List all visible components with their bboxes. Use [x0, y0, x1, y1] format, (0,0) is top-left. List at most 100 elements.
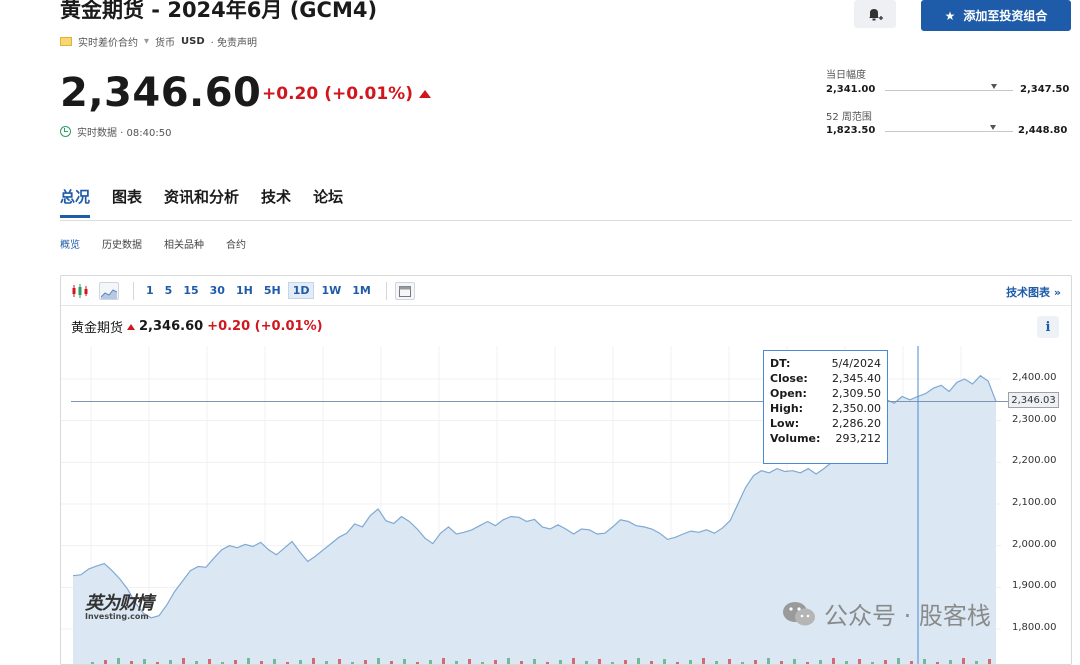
- info-icon[interactable]: i: [1037, 316, 1059, 338]
- currency-value: USD: [181, 36, 205, 47]
- tab-news-analysis[interactable]: 资讯和分析: [164, 186, 239, 218]
- volume-bar: [624, 660, 627, 664]
- y-tick-label: 2,400.00: [1012, 372, 1057, 383]
- subtab-contracts[interactable]: 合约: [226, 236, 246, 251]
- y-tick-label: 2,200.00: [1012, 455, 1057, 467]
- volume-bar: [143, 659, 146, 664]
- volume-bar: [858, 659, 861, 664]
- y-tick-label: 1,900.00: [1012, 580, 1057, 592]
- tab-overview[interactable]: 总况: [60, 186, 91, 218]
- subtab-related[interactable]: 相关品种: [164, 236, 204, 251]
- volume-bar: [611, 662, 614, 664]
- tabs-divider: [60, 220, 1072, 221]
- watermark-text: 公众号 · 股客栈: [824, 602, 991, 630]
- chevron-down-icon[interactable]: ▾: [144, 36, 149, 47]
- currency-label: 货币: [155, 38, 176, 49]
- day-range-bar: [885, 90, 1013, 91]
- volume-bar: [130, 661, 133, 664]
- page-title: 黄金期货 - 2024年6月 (GCM4): [60, 0, 378, 22]
- volume-bar: [208, 659, 211, 664]
- day-range-high: 2,347.50: [1020, 84, 1070, 95]
- volume-bar: [416, 662, 419, 664]
- chart-instrument-name: 黄金期货: [71, 321, 124, 336]
- arrow-up-icon: [127, 323, 136, 330]
- volume-bar: [585, 661, 588, 664]
- y-tick-label: 2,100.00: [1012, 497, 1057, 508]
- volume-bar: [572, 658, 575, 664]
- disclaimer-link[interactable]: · 免责声明: [211, 34, 257, 49]
- volume-bar: [299, 660, 302, 664]
- day-range-marker: [990, 84, 997, 89]
- price-alert-button[interactable]: [854, 0, 896, 28]
- y-tick-label: 2,000.00: [1012, 538, 1057, 550]
- volume-bar: [780, 661, 783, 664]
- volume-bar: [650, 661, 653, 664]
- realtime-label: 实时数据 · 08:40:50: [77, 128, 172, 139]
- day-range-label: 当日幅度: [826, 70, 866, 81]
- volume-bar: [962, 658, 965, 664]
- volume-bar: [741, 662, 744, 664]
- volume-bar: [494, 660, 497, 664]
- clock-icon: [60, 126, 71, 137]
- volume-bar: [910, 661, 913, 664]
- volume-bar: [793, 659, 796, 664]
- volume-bar: [247, 658, 250, 664]
- price-change: +0.20 (+0.01%): [262, 84, 431, 104]
- instrument-meta: 实时差价合约 ▾ 货币 USD · 免责声明: [60, 34, 257, 49]
- arrow-up-icon: [418, 90, 431, 98]
- tooltip-row: Low: 2,286.20: [770, 417, 881, 430]
- volume-bar: [871, 662, 874, 664]
- volume-bar: [598, 659, 601, 664]
- wechat-watermark: 公众号 · 股客栈: [782, 596, 991, 631]
- subtab-overview[interactable]: 概览: [60, 236, 80, 251]
- volume-bar: [507, 658, 510, 664]
- week52-range-low: 1,823.50: [826, 125, 876, 136]
- volume-bar: [520, 661, 523, 664]
- market-flag-icon: [60, 37, 72, 46]
- volume-bar: [442, 658, 445, 664]
- volume-bar: [728, 659, 731, 664]
- volume-bar: [338, 659, 341, 664]
- chart-tooltip: DT: 5/4/2024 Close: 2,345.40 Open: 2,309.50…: [763, 350, 888, 464]
- volume-bar: [533, 659, 536, 664]
- tab-forum[interactable]: 论坛: [313, 186, 343, 218]
- volume-bar: [468, 659, 471, 664]
- volume-bar: [689, 660, 692, 664]
- subtab-historical-data[interactable]: 历史数据: [102, 236, 142, 251]
- volume-bar: [156, 662, 159, 664]
- volume-bar: [91, 662, 94, 664]
- main-tabs: 总况 图表 资讯和分析 技术 论坛: [60, 186, 365, 218]
- tab-chart[interactable]: 图表: [112, 186, 142, 218]
- volume-bar: [936, 662, 939, 664]
- add-to-portfolio-button[interactable]: ★ 添加至投资组合: [921, 0, 1071, 31]
- chart-price: 2,346.60: [139, 319, 204, 334]
- y-tick-label: 1,800.00: [1012, 622, 1057, 633]
- volume-bar: [221, 662, 224, 664]
- volume-bar: [676, 662, 679, 664]
- star-icon: ★: [944, 8, 956, 23]
- volume-bar: [559, 660, 562, 664]
- volume-bar: [455, 661, 458, 664]
- volume-bar: [988, 659, 991, 664]
- volume-bar: [429, 660, 432, 664]
- volume-bar: [923, 659, 926, 664]
- volume-bar: [390, 661, 393, 664]
- week52-range-bar: [885, 131, 1013, 132]
- tooltip-row: Open: 2,309.50: [770, 387, 881, 400]
- tab-technical[interactable]: 技术: [261, 186, 291, 218]
- volume-bar: [260, 661, 263, 664]
- contract-type[interactable]: 实时差价合约: [78, 34, 138, 49]
- week52-range-label: 52 周范围: [826, 112, 872, 123]
- realtime-status: 实时数据 · 08:40:50: [60, 124, 171, 139]
- volume-bar: [325, 661, 328, 664]
- change-percent: (+0.01%): [324, 84, 413, 104]
- volume-bar: [182, 658, 185, 664]
- volume-bar: [104, 660, 107, 664]
- volume-bar: [975, 661, 978, 664]
- week52-range-marker: [989, 125, 996, 130]
- volume-bar: [663, 659, 666, 664]
- last-price: 2,346.60: [60, 70, 262, 116]
- volume-bar: [897, 658, 900, 664]
- volume-bar: [832, 658, 835, 664]
- tooltip-row: Volume: 293,212: [770, 432, 881, 445]
